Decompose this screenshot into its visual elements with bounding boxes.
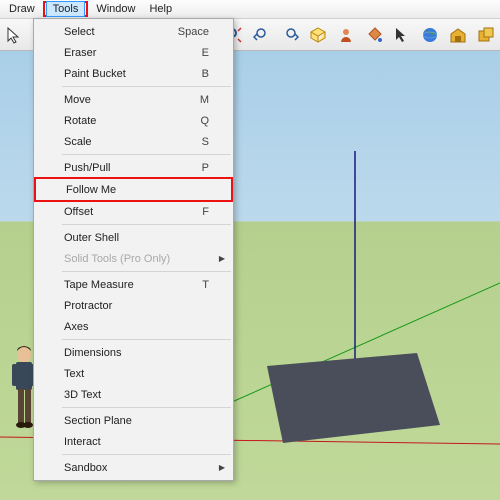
menu-item-paint-bucket[interactable]: Paint BucketB: [34, 63, 233, 84]
menu-item-label: Sandbox: [64, 462, 209, 474]
menu-item-move[interactable]: MoveM: [34, 89, 233, 110]
menu-item-shortcut: T: [202, 279, 209, 291]
bucket-icon[interactable]: [364, 25, 384, 45]
components-icon[interactable]: [476, 25, 496, 45]
menu-item-label: Outer Shell: [64, 232, 209, 244]
menu-item-solid-tools-pro-only: Solid Tools (Pro Only) ▶: [34, 248, 233, 269]
menu-item-tape-measure[interactable]: Tape MeasureT: [34, 274, 233, 295]
menu-item-shortcut: E: [202, 47, 209, 59]
menu-item-label: Paint Bucket: [64, 68, 202, 80]
submenu-arrow-icon: ▶: [219, 463, 225, 472]
user-icon[interactable]: [336, 25, 356, 45]
tutorial-highlight-tools: Tools: [43, 1, 89, 17]
menu-item-label: Offset: [64, 206, 202, 218]
menu-item-shortcut: P: [202, 162, 209, 174]
menu-item-scale[interactable]: ScaleS: [34, 131, 233, 152]
submenu-arrow-icon: ▶: [219, 254, 225, 263]
menu-item-label: Select: [64, 26, 178, 38]
menu-item-rotate[interactable]: RotateQ: [34, 110, 233, 131]
menu-item-eraser[interactable]: EraserE: [34, 42, 233, 63]
menu-item-label: Axes: [64, 321, 209, 333]
menu-separator: [62, 407, 231, 408]
menu-item-3d-text[interactable]: 3D Text: [34, 384, 233, 405]
prev-view-icon[interactable]: [252, 25, 272, 45]
menu-item-label: Rotate: [64, 115, 200, 127]
menu-item-label: Push/Pull: [64, 162, 202, 174]
menu-tools[interactable]: Tools: [46, 1, 86, 17]
menu-help[interactable]: Help: [142, 1, 179, 17]
menu-item-dimensions[interactable]: Dimensions: [34, 342, 233, 363]
menu-item-label: Follow Me: [66, 184, 207, 196]
next-view-icon[interactable]: [280, 25, 300, 45]
menu-item-select[interactable]: SelectSpace: [34, 21, 233, 42]
menu-item-follow-me[interactable]: Follow Me: [36, 179, 231, 200]
menu-item-section-plane[interactable]: Section Plane: [34, 410, 233, 431]
menu-item-offset[interactable]: OffsetF: [34, 201, 233, 222]
menu-draw[interactable]: Draw: [2, 1, 42, 17]
menubar: Draw Tools Window Help: [0, 0, 500, 19]
menu-item-protractor[interactable]: Protractor: [34, 295, 233, 316]
menu-window[interactable]: Window: [89, 1, 142, 17]
menu-item-interact[interactable]: Interact: [34, 431, 233, 452]
menu-item-sandbox[interactable]: Sandbox ▶: [34, 457, 233, 478]
rectangle-face[interactable]: [267, 353, 440, 443]
menu-separator: [62, 86, 231, 87]
menu-separator: [62, 271, 231, 272]
menu-separator: [62, 339, 231, 340]
menu-item-push-pull[interactable]: Push/PullP: [34, 157, 233, 178]
menu-item-label: 3D Text: [64, 389, 209, 401]
menu-item-shortcut: Q: [200, 115, 209, 127]
tools-menu-dropdown: SelectSpaceEraserEPaint BucketBMoveMRota…: [33, 18, 234, 481]
menu-item-label: Tape Measure: [64, 279, 202, 291]
menu-item-axes[interactable]: Axes: [34, 316, 233, 337]
select-icon[interactable]: [4, 25, 24, 45]
menu-item-shortcut: M: [200, 94, 209, 106]
menu-separator: [62, 154, 231, 155]
menu-item-shortcut: B: [202, 68, 209, 80]
menu-item-shortcut: F: [202, 206, 209, 218]
menu-item-label: Protractor: [64, 300, 209, 312]
tutorial-highlight-follow-me: Follow Me: [34, 177, 233, 202]
menu-separator: [62, 224, 231, 225]
menu-item-label: Eraser: [64, 47, 202, 59]
menu-item-label: Text: [64, 368, 209, 380]
iso-icon[interactable]: [308, 25, 328, 45]
menu-item-shortcut: S: [202, 136, 209, 148]
cursor-icon[interactable]: [392, 25, 412, 45]
menu-item-label: Interact: [64, 436, 209, 448]
menu-item-shortcut: Space: [178, 26, 209, 38]
menu-item-text[interactable]: Text: [34, 363, 233, 384]
warehouse-icon[interactable]: [448, 25, 468, 45]
menu-item-label: Scale: [64, 136, 202, 148]
menu-separator: [62, 454, 231, 455]
menu-item-outer-shell[interactable]: Outer Shell: [34, 227, 233, 248]
menu-item-label: Solid Tools (Pro Only): [64, 253, 209, 265]
globe-icon[interactable]: [420, 25, 440, 45]
menu-item-label: Move: [64, 94, 200, 106]
menu-item-label: Dimensions: [64, 347, 209, 359]
menu-item-label: Section Plane: [64, 415, 209, 427]
